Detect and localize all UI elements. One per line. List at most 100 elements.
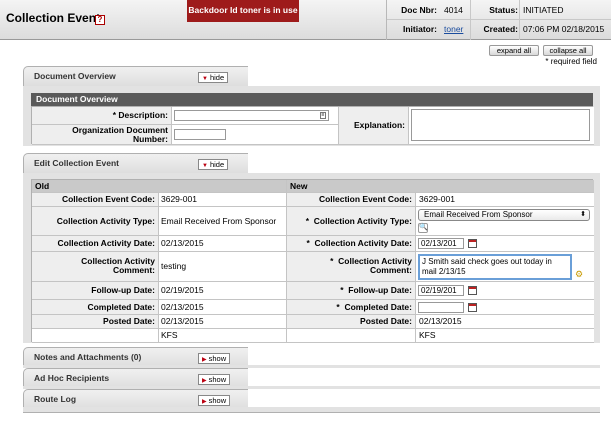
new-completed-date-label: * Completed Date:	[287, 300, 416, 315]
old-activity-comment-label: Collection Activity Comment:	[32, 252, 159, 282]
divider	[519, 0, 520, 40]
lookup-icon[interactable]: 🔍	[418, 223, 428, 233]
old-activity-comment-value: testing	[159, 252, 287, 282]
expand-all-button[interactable]: expand all	[489, 45, 539, 56]
edit-grid: Old New Collection Event Code: 3629-001 …	[31, 179, 594, 343]
description-input[interactable]: ≡	[174, 110, 329, 121]
new-followup-date-label: * Follow-up Date:	[287, 282, 416, 300]
new-header: New	[287, 180, 594, 193]
triangle-right-icon: ▶	[202, 378, 207, 384]
toggle-label: show	[208, 375, 227, 384]
backdoor-suffix: is in use	[263, 5, 298, 15]
old-header: Old	[32, 180, 287, 193]
explanation-cell	[409, 107, 594, 145]
document-overview-panel: Document Overview * Description: ≡ Organ…	[23, 86, 600, 146]
collapse-all-button[interactable]: collapse all	[543, 45, 593, 56]
completed-date-input[interactable]	[418, 302, 464, 313]
old-posted-date-label: Posted Date:	[32, 315, 159, 329]
edit-collection-event-panel: Old New Collection Event Code: 3629-001 …	[23, 173, 600, 343]
expand-text-icon[interactable]: ≡	[320, 112, 326, 119]
show-toggle-button[interactable]: ▶ show	[198, 353, 231, 364]
required-star: *	[306, 238, 310, 248]
new-user-label-cell	[287, 329, 416, 343]
triangle-right-icon: ▶	[202, 399, 207, 405]
triangle-right-icon: ▶	[202, 357, 207, 363]
page-title: Collection Event	[6, 11, 101, 25]
backdoor-banner: Backdoor Id toner is in use	[187, 0, 299, 22]
tab-route-log: Route Log ▶ show	[23, 389, 248, 409]
created-value: 07:06 PM 02/18/2015	[523, 24, 605, 34]
old-followup-date-value: 02/19/2015	[159, 282, 287, 300]
activity-comment-textarea[interactable]: J Smith said check goes out today in mai…	[418, 254, 572, 280]
tab-label: Ad Hoc Recipients	[34, 373, 110, 383]
tab-document-overview: Document Overview ▼ hide	[23, 66, 248, 86]
old-followup-date-label: Follow-up Date:	[32, 282, 159, 300]
calendar-icon[interactable]	[468, 239, 477, 248]
label-line: Comment:	[112, 265, 155, 275]
spellcheck-icon[interactable]: ⚙	[575, 269, 583, 280]
label-text: Follow-up Date:	[348, 285, 412, 295]
label-text: Completed Date:	[344, 302, 412, 312]
hide-toggle-button[interactable]: ▼ hide	[198, 72, 229, 83]
new-posted-date-label: Posted Date:	[287, 315, 416, 329]
document-header: Collection Event ? Backdoor Id toner is …	[0, 0, 611, 40]
tab-ad-hoc-recipients: Ad Hoc Recipients ▶ show	[23, 368, 248, 388]
calendar-icon[interactable]	[468, 303, 477, 312]
label-line: Comment:	[369, 265, 412, 275]
required-star: *	[336, 302, 340, 312]
status-value: INITIATED	[523, 5, 564, 15]
description-label: * Description:	[32, 107, 172, 125]
help-icon[interactable]: ?	[95, 15, 105, 25]
new-completed-date-cell	[416, 300, 594, 315]
new-activity-comment-label: * Collection Activity Comment:	[287, 252, 416, 282]
label-text: Collection Activity Date:	[314, 238, 412, 248]
document-overview-grid: * Description: ≡ Organization Document N…	[31, 106, 594, 145]
activity-type-select[interactable]: Email Received From Sponsor ⬍	[418, 209, 590, 221]
calendar-icon[interactable]	[468, 286, 477, 295]
followup-date-input[interactable]: 02/19/201	[418, 285, 464, 296]
toggle-label: show	[208, 354, 227, 363]
triangle-down-icon: ▼	[202, 163, 208, 169]
old-posted-date-value: 02/13/2015	[159, 315, 287, 329]
explanation-textarea[interactable]	[411, 109, 590, 141]
old-user-label-cell	[32, 329, 159, 343]
document-info-table: Doc Nbr: 4014 Status: INITIATED Initiato…	[386, 0, 611, 40]
show-toggle-button[interactable]: ▶ show	[198, 374, 231, 385]
initiator-link[interactable]: toner	[444, 20, 463, 39]
new-user-value: KFS	[416, 329, 594, 343]
label-line: Number:	[133, 134, 168, 144]
new-activity-date-cell: 02/13/201	[416, 236, 594, 252]
hide-toggle-button[interactable]: ▼ hide	[198, 159, 229, 170]
section-title: Document Overview	[31, 93, 593, 106]
doc-nbr-label: Doc Nbr:	[401, 5, 437, 15]
status-label: Status:	[489, 5, 518, 15]
chevron-updown-icon: ⬍	[580, 211, 586, 218]
triangle-down-icon: ▼	[202, 76, 208, 82]
select-value: Email Received From Sponsor	[424, 210, 533, 219]
explanation-label: Explanation:	[339, 107, 409, 145]
show-toggle-button[interactable]: ▶ show	[198, 395, 231, 406]
new-code-label: Collection Event Code:	[287, 193, 416, 207]
divider	[470, 0, 471, 40]
old-completed-date-label: Completed Date:	[32, 300, 159, 315]
backdoor-user: toner	[239, 5, 262, 15]
old-code-label: Collection Event Code:	[32, 193, 159, 207]
created-label: Created:	[483, 24, 518, 34]
required-star: *	[340, 285, 344, 295]
old-activity-type-value: Email Received From Sponsor	[159, 207, 287, 236]
old-activity-date-label: Collection Activity Date:	[32, 236, 159, 252]
old-completed-date-value: 02/13/2015	[159, 300, 287, 315]
toggle-label: hide	[209, 160, 225, 169]
tab-label: Edit Collection Event	[34, 158, 120, 168]
label-text: Collection Activity Type:	[313, 216, 412, 226]
tab-label: Document Overview	[34, 71, 116, 81]
toggle-label: hide	[209, 73, 225, 82]
org-doc-number-input[interactable]	[174, 129, 226, 140]
activity-date-input[interactable]: 02/13/201	[418, 238, 464, 249]
required-field-note: * required field	[545, 57, 597, 66]
old-activity-date-value: 02/13/2015	[159, 236, 287, 252]
toggle-label: show	[208, 396, 227, 405]
org-doc-number-cell	[172, 125, 339, 145]
initiator-label: Initiator:	[403, 24, 437, 34]
new-activity-comment-cell: J Smith said check goes out today in mai…	[416, 252, 594, 282]
